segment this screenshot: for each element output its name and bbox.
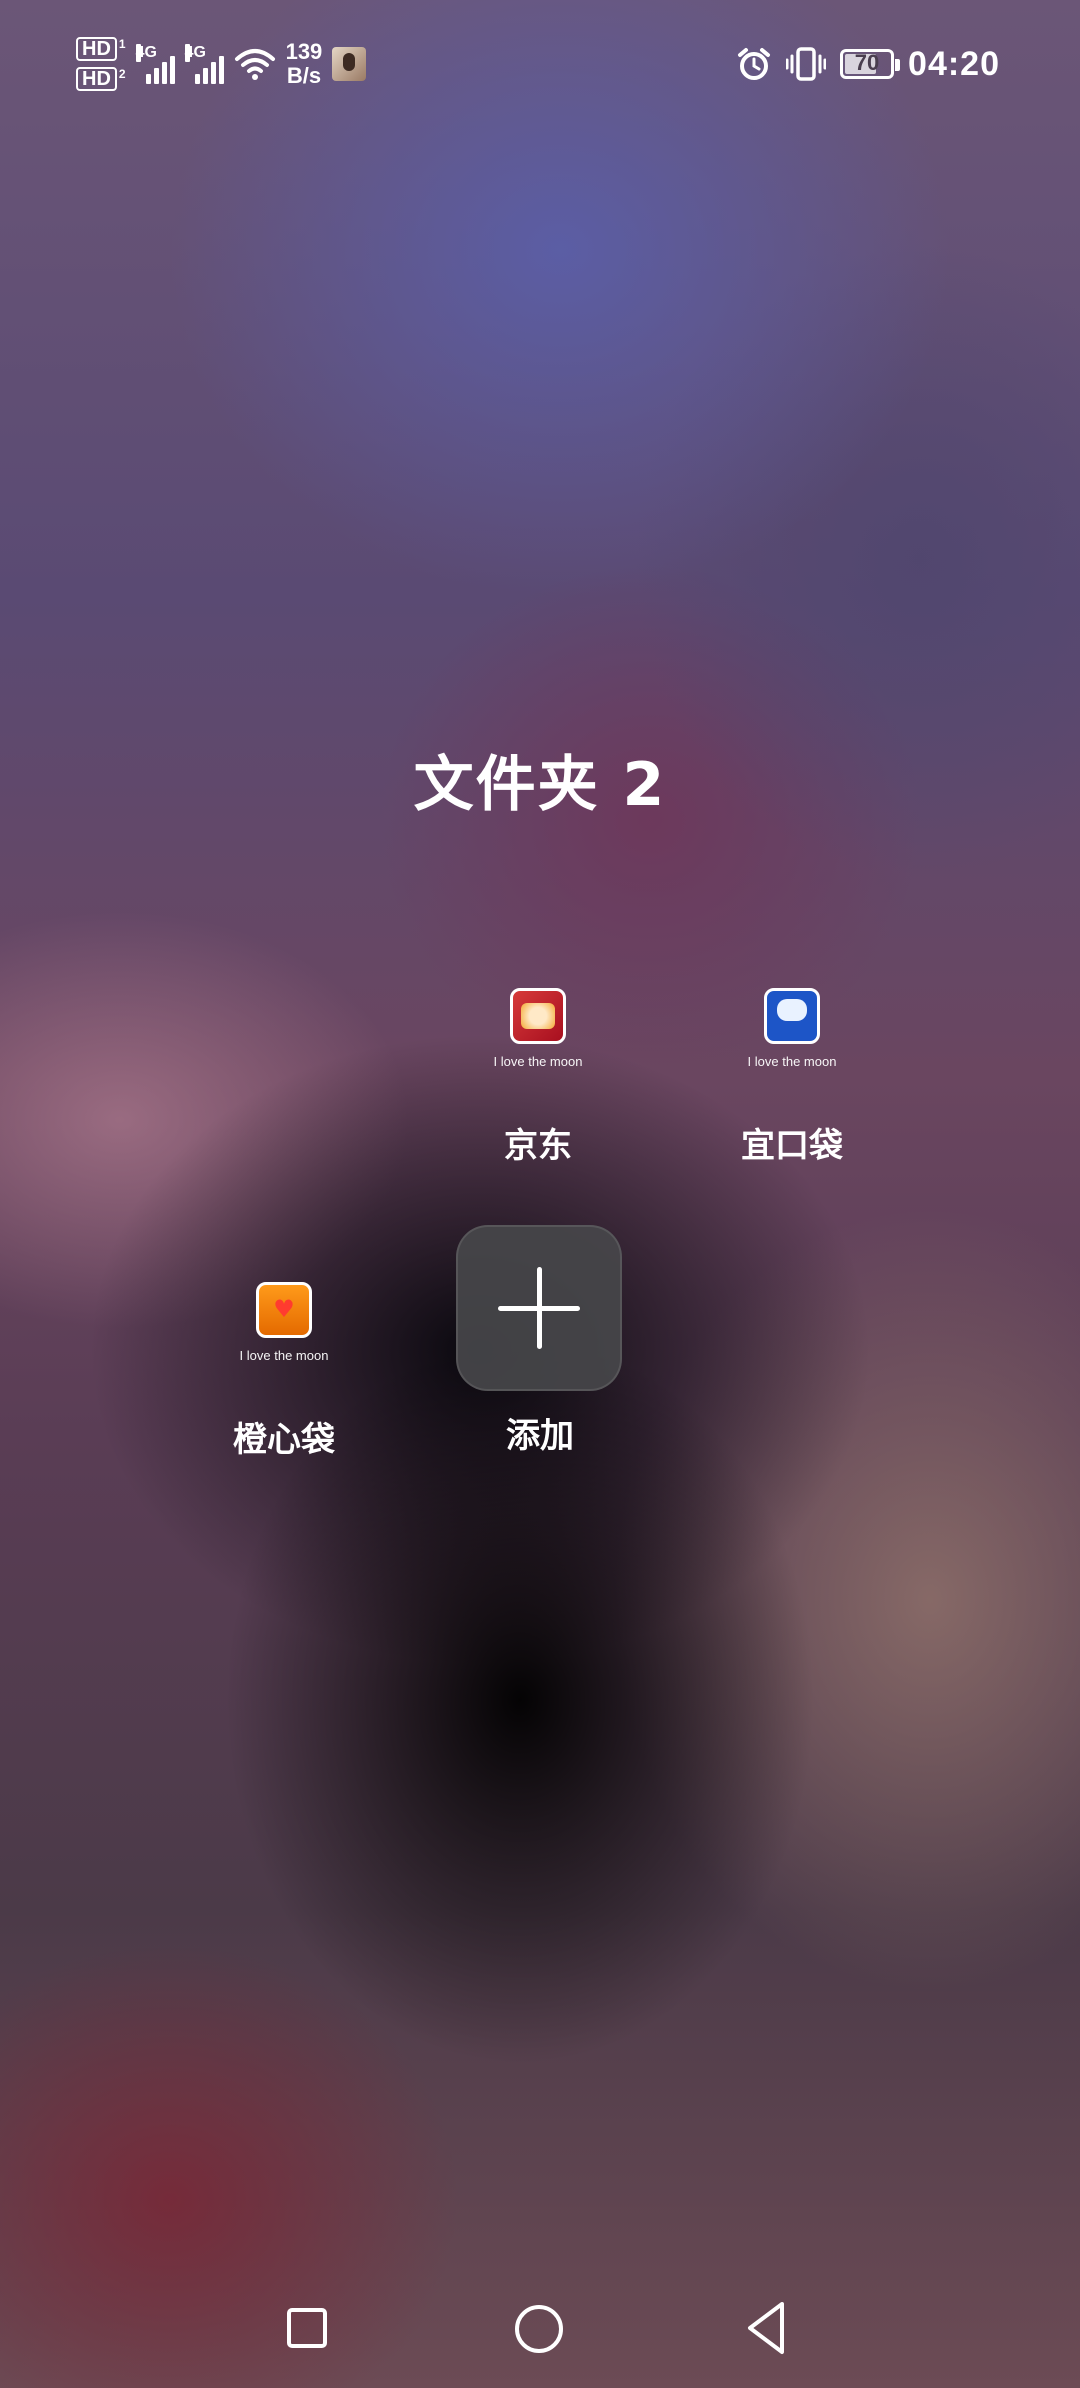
sim2-hd-label: HD: [76, 67, 117, 91]
status-bar: HD 1 HD 2 4G 4G 139 B/s 70 04:20: [0, 0, 1080, 120]
jd-app-icon[interactable]: [510, 988, 566, 1044]
avatar: [332, 47, 367, 81]
alarm-icon: [738, 48, 771, 80]
app-label: 京东: [504, 1126, 572, 1166]
vibrate-icon: [786, 47, 827, 81]
recent-apps-button[interactable]: [287, 2308, 327, 2348]
add-label: 添加: [506, 1416, 574, 1456]
add-button[interactable]: [456, 1225, 622, 1391]
signal-icon: 4G: [184, 44, 224, 84]
hd-icon: HD 1: [76, 37, 126, 61]
app-icon-wrap: I love the moon: [438, 988, 638, 1118]
hd-icon: HD 2: [76, 67, 126, 91]
status-left: HD 1 HD 2 4G 4G 139 B/s: [76, 34, 367, 94]
sim-indicators: HD 1 HD 2: [76, 37, 126, 91]
wifi-icon: [234, 49, 275, 80]
app-icon-wrap: I love the moon: [184, 1282, 384, 1412]
network-type-2: 4G: [184, 44, 206, 62]
battery-icon: 70: [840, 49, 901, 79]
speed-value: 139: [285, 39, 323, 64]
yikoudai-app-icon[interactable]: [764, 988, 820, 1044]
signal-icon: 4G: [135, 44, 175, 84]
battery-cap: [895, 59, 901, 71]
app-caption: I love the moon: [747, 1054, 837, 1069]
app-jd[interactable]: I love the moon 京东: [438, 988, 638, 1167]
status-right: 70 04:20: [736, 36, 1000, 92]
back-button[interactable]: [742, 2300, 792, 2356]
network-speed: 139 B/s: [286, 40, 323, 88]
home-button[interactable]: [515, 2305, 563, 2353]
app-icon-wrap: I love the moon: [692, 988, 892, 1118]
folder-title[interactable]: 文件夹 2: [0, 736, 1080, 823]
sim2-sub: 2: [118, 67, 126, 81]
sim1-hd-label: HD: [76, 37, 117, 61]
app-label: 宜口袋: [741, 1126, 843, 1166]
chengxindai-app-icon[interactable]: [256, 1282, 312, 1338]
battery-percent: 70: [854, 50, 880, 75]
clock: 04:20: [908, 44, 1000, 83]
speed-unit: B/s: [286, 63, 322, 88]
app-caption: I love the moon: [239, 1348, 329, 1363]
app-chengxindai[interactable]: I love the moon 橙心袋: [184, 1282, 384, 1461]
app-label: 橙心袋: [233, 1420, 335, 1460]
app-caption: I love the moon: [493, 1054, 583, 1069]
network-type-1: 4G: [135, 44, 157, 62]
app-yikoudai[interactable]: I love the moon 宜口袋: [692, 988, 892, 1167]
sim1-sub: 1: [118, 37, 126, 51]
